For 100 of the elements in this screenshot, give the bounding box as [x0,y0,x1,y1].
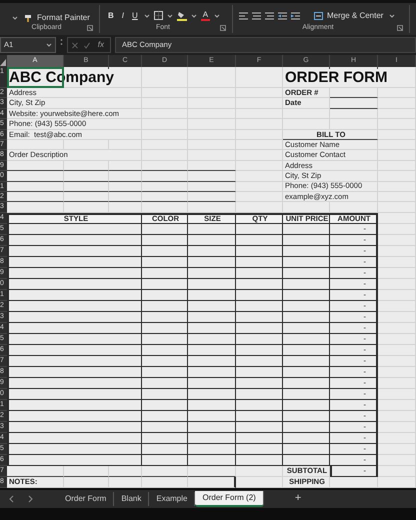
spreadsheet-cell[interactable] [142,344,188,356]
spreadsheet-cell[interactable] [7,256,142,268]
spreadsheet-cell[interactable] [188,388,236,400]
spreadsheet-cell[interactable] [7,378,142,389]
spreadsheet-cell[interactable] [236,410,283,422]
spreadsheet-cell[interactable] [188,454,236,466]
spreadsheet-cell[interactable] [7,234,142,246]
spreadsheet-cell[interactable] [283,344,330,356]
spreadsheet-cell[interactable] [142,234,188,246]
spreadsheet-cell[interactable] [188,356,236,367]
spreadsheet-cell[interactable] [142,410,188,422]
spreadsheet-cell[interactable] [7,422,142,433]
align-center-icon[interactable] [252,12,261,20]
more-options-icon[interactable] [60,37,63,47]
spreadsheet-cell[interactable] [188,476,236,488]
spreadsheet-cell[interactable] [7,432,142,444]
spreadsheet-cell[interactable] [188,366,236,378]
spreadsheet-cell[interactable] [142,312,188,323]
spreadsheet-cell[interactable] [236,356,283,367]
dialog-launcher-icon[interactable] [220,25,226,31]
spreadsheet-cell[interactable] [188,334,236,345]
spreadsheet-cell[interactable] [7,344,142,356]
spreadsheet-cell[interactable] [236,234,283,246]
borders-icon[interactable] [154,11,163,20]
spreadsheet-cell[interactable] [7,246,142,257]
spreadsheet-cell[interactable] [188,224,236,235]
spreadsheet-cell[interactable] [188,312,236,323]
spreadsheet-cell[interactable] [283,312,330,323]
spreadsheet-cell[interactable] [283,268,330,279]
spreadsheet-cell[interactable] [142,378,188,389]
spreadsheet-cell[interactable] [142,246,188,257]
spreadsheet-cell[interactable] [283,290,330,301]
spreadsheet-cell[interactable] [236,290,283,301]
spreadsheet-cell[interactable] [142,268,188,279]
add-sheet-button[interactable]: + [288,490,308,508]
spreadsheet-cell[interactable] [236,300,283,312]
cancel-icon[interactable] [72,42,78,48]
spreadsheet-cell[interactable] [7,290,142,301]
spreadsheet-cell[interactable] [236,344,283,356]
spreadsheet-cell[interactable] [236,268,283,279]
spreadsheet-cell[interactable] [188,300,236,312]
spreadsheet-cell[interactable] [283,300,330,312]
spreadsheet-cell[interactable] [7,300,142,312]
spreadsheet-cell[interactable] [7,312,142,323]
spreadsheet-cell[interactable] [142,322,188,334]
spreadsheet-cell[interactable] [188,268,236,279]
spreadsheet-cell[interactable] [188,246,236,257]
spreadsheet-cell[interactable] [142,366,188,378]
insert-function-button[interactable]: fx [96,41,106,49]
caret-icon[interactable] [214,12,220,18]
spreadsheet-cell[interactable] [283,432,330,444]
align-right-icon[interactable] [265,12,274,20]
font-color-button[interactable]: A [200,10,210,20]
spreadsheet-cell[interactable] [188,278,236,290]
spreadsheet-cell[interactable] [188,290,236,301]
spreadsheet-cell[interactable] [7,400,142,411]
spreadsheet-cell[interactable] [283,224,330,235]
spreadsheet-cell[interactable] [283,444,330,455]
underline-button[interactable]: U [130,12,140,20]
spreadsheet-cell[interactable] [283,454,330,466]
spreadsheet-cell[interactable] [188,344,236,356]
spreadsheet-cell[interactable] [283,334,330,345]
spreadsheet-cell[interactable] [188,444,236,455]
increase-indent-icon[interactable] [291,12,300,20]
spreadsheet-cell[interactable] [283,410,330,422]
spreadsheet-cell[interactable] [142,290,188,301]
spreadsheet-cell[interactable] [283,234,330,246]
spreadsheet-cell[interactable] [142,444,188,455]
spreadsheet-cell[interactable] [236,400,283,411]
spreadsheet-cell[interactable] [283,246,330,257]
sheet-tab[interactable]: Order Form (2) [195,491,264,507]
merge-center-button[interactable]: Merge & Center [312,12,386,20]
spreadsheet-cell[interactable] [188,422,236,433]
bold-button[interactable]: B [106,12,116,20]
spreadsheet-cell[interactable] [283,400,330,411]
spreadsheet-cell[interactable] [7,366,142,378]
spreadsheet-cell[interactable] [7,322,142,334]
spreadsheet-cell[interactable] [7,268,142,279]
dialog-launcher-icon[interactable] [87,25,93,31]
spreadsheet-cell[interactable] [236,444,283,455]
spreadsheet-cell[interactable] [7,356,142,367]
spreadsheet-cell[interactable] [188,410,236,422]
spreadsheet-cell[interactable] [7,278,142,290]
caret-icon[interactable] [12,15,18,21]
spreadsheet-cell[interactable] [7,454,142,466]
spreadsheet-cell[interactable] [188,378,236,389]
spreadsheet-cell[interactable] [236,278,283,290]
fill-color-icon[interactable] [176,10,187,20]
decrease-indent-icon[interactable] [278,12,287,20]
sheet-tab[interactable]: Order Form [58,492,114,506]
spreadsheet-cell[interactable] [236,256,283,268]
spreadsheet-cell[interactable] [283,256,330,268]
italic-button[interactable]: I [120,12,126,20]
spreadsheet-cell[interactable] [236,246,283,257]
spreadsheet-cell[interactable] [188,234,236,246]
spreadsheet-cell[interactable] [142,224,188,235]
spreadsheet-cell[interactable] [236,312,283,323]
spreadsheet-cell[interactable] [188,256,236,268]
sheet-tab[interactable]: Blank [114,492,150,506]
caret-icon[interactable] [166,12,173,18]
